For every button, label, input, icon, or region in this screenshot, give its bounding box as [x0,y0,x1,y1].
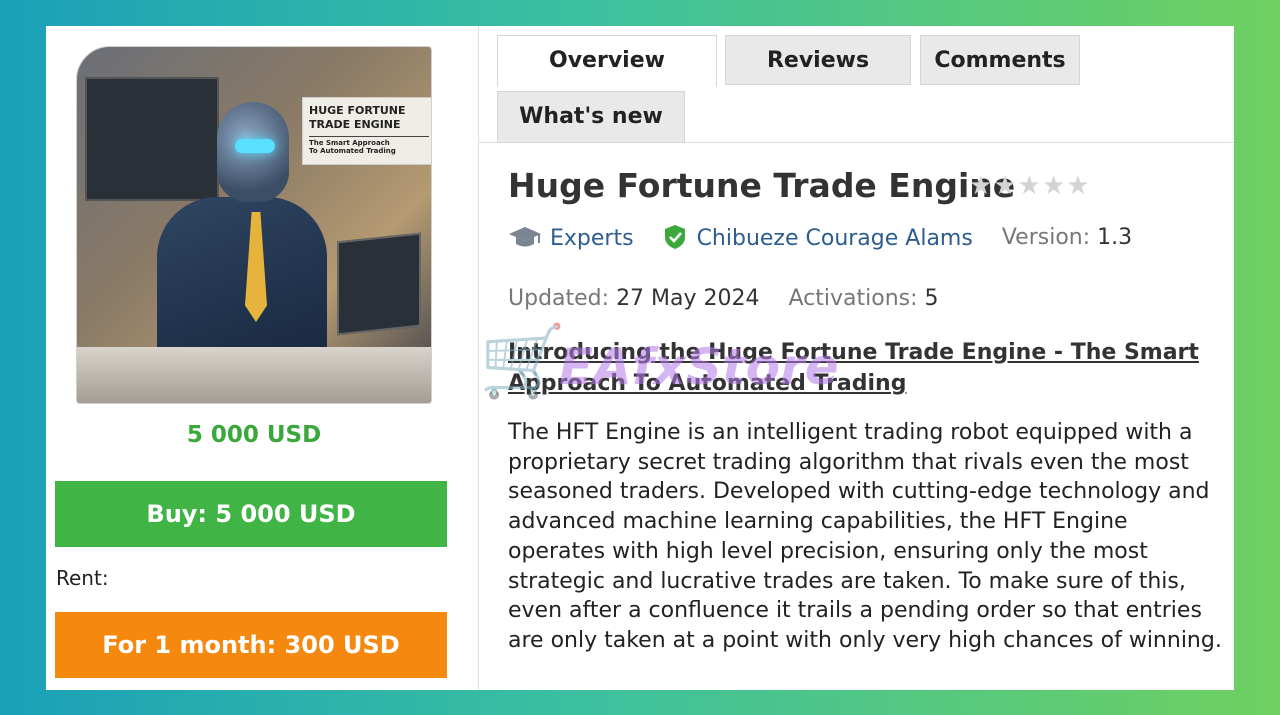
rent-1-month-button[interactable]: For 1 month: 300 USD [55,612,447,678]
star-icon[interactable]: ★ [1066,171,1090,201]
tab-whats-new[interactable]: What's new [497,91,685,143]
image-robot-visor [235,139,275,153]
verified-shield-icon [664,225,685,249]
tab-bar: Overview Reviews Comments What's new [479,26,1234,143]
details-panel: Overview Reviews Comments What's new Hug… [479,26,1234,690]
image-title-panel: HUGE FORTUNE TRADE ENGINE The Smart Appr… [302,97,431,165]
activations-value: 5 [924,285,939,311]
version-label: Version: [1001,225,1091,250]
purchase-panel: HUGE FORTUNE TRADE ENGINE The Smart Appr… [46,26,479,690]
updated-info: Updated: 27 May 2024 [508,286,760,311]
meta-row-updated: Updated: 27 May 2024 Activations: 5 [508,285,961,311]
description-headline[interactable]: Introducing the Huge Fortune Trade Engin… [508,337,1208,399]
product-title: Huge Fortune Trade Engine [508,166,1016,205]
description-text: The HFT Engine is an intelligent trading… [508,420,1222,653]
meta-row-category: Experts Chibueze Courage Alams Version: … [508,224,1154,251]
tab-comments[interactable]: Comments [920,35,1080,85]
buy-button[interactable]: Buy: 5 000 USD [55,481,447,547]
product-card: HUGE FORTUNE TRADE ENGINE The Smart Appr… [46,26,1234,690]
activations-label: Activations: [788,285,918,311]
image-title-line2: TRADE ENGINE [309,117,401,131]
tab-reviews[interactable]: Reviews [725,35,911,85]
star-icon[interactable]: ★ [993,171,1017,201]
image-subtitle: The Smart Approach To Automated Trading [309,135,429,157]
star-icon[interactable]: ★ [1018,171,1042,201]
product-price: 5 000 USD [186,422,322,448]
author-name[interactable]: Chibueze Courage Alams [697,226,973,251]
product-image[interactable]: HUGE FORTUNE TRADE ENGINE The Smart Appr… [76,46,432,404]
rating-stars[interactable]: ★★★★★ [969,171,1091,201]
image-subtitle-line1: The Smart Approach [309,138,390,147]
star-icon[interactable]: ★ [1042,171,1066,201]
rent-label: Rent: [56,566,109,590]
updated-label: Updated: [508,285,610,311]
version-value: 1.3 [1097,225,1133,250]
image-title-line1: HUGE FORTUNE [309,104,406,117]
image-monitor [85,77,219,201]
version-info: Version: 1.3 [1002,225,1132,250]
category-link[interactable]: Experts [508,225,634,251]
author-link[interactable]: Chibueze Courage Alams [663,224,973,251]
image-monitor-2 [337,232,421,336]
updated-value: 27 May 2024 [616,285,760,311]
category-label[interactable]: Experts [550,226,634,251]
star-icon[interactable]: ★ [969,171,993,201]
tab-overview[interactable]: Overview [497,35,717,87]
image-desk [77,347,431,403]
image-subtitle-line2: To Automated Trading [309,147,396,156]
activations-info: Activations: 5 [789,286,939,311]
graduation-cap-icon [509,226,541,246]
